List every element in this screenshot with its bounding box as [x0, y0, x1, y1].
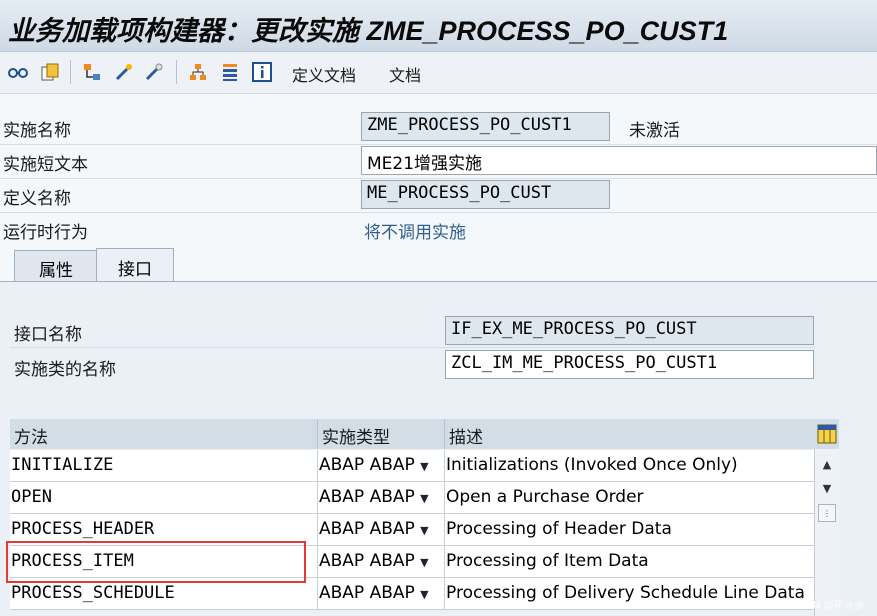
divider: [0, 212, 877, 213]
impl-type-select[interactable]: ABAP ABAP ▼: [318, 482, 445, 514]
define-doc-button[interactable]: 定义文档: [292, 62, 356, 86]
table-row-description: Initializations (Invoked Once Only): [445, 450, 815, 482]
layout-icon[interactable]: [814, 419, 839, 449]
impl-type-select[interactable]: ABAP ABAP ▼: [318, 546, 445, 578]
interface-name-label: 接口名称: [14, 325, 82, 345]
interface-name-field[interactable]: IF_EX_ME_PROCESS_PO_CUST: [445, 316, 814, 345]
short-text-field[interactable]: ME21增强实施: [361, 146, 877, 175]
chevron-down-icon[interactable]: ▼: [420, 492, 428, 505]
scroll-thumb[interactable]: ⋮: [818, 504, 836, 522]
vertical-scrollbar[interactable]: [814, 449, 839, 616]
divider: [0, 178, 877, 179]
table-row-description: Open a Purchase Order: [445, 482, 815, 514]
watermark: CSDN @邓@@: [792, 600, 864, 611]
chevron-down-icon[interactable]: ▼: [420, 556, 428, 569]
scroll-down-icon[interactable]: ▼: [818, 479, 836, 497]
table-row-method[interactable]: INITIALIZE: [10, 450, 318, 482]
divider: [10, 347, 815, 348]
wand-icon[interactable]: [112, 60, 136, 84]
runtime-value: 将不调用实施: [364, 223, 466, 243]
impl-type-value: ABAP ABAP: [319, 583, 415, 603]
table-row-description: Processing of Delivery Schedule Line Dat…: [445, 578, 815, 610]
window-title: 业务加载项构建器：更改实施 ZME_PROCESS_PO_CUST1: [8, 16, 729, 46]
impl-name-label: 实施名称: [3, 121, 71, 141]
table-row-description: Processing of Header Data: [445, 514, 815, 546]
tab-attributes[interactable]: 属性: [14, 250, 98, 281]
toolbar-separator: [176, 60, 177, 84]
chevron-down-icon[interactable]: ▼: [420, 524, 428, 537]
impl-class-label: 实施类的名称: [14, 360, 116, 380]
impl-type-value: ABAP ABAP: [319, 487, 415, 507]
chevron-down-icon[interactable]: ▼: [420, 460, 428, 473]
chevron-down-icon[interactable]: ▼: [420, 588, 428, 601]
impl-type-select[interactable]: ABAP ABAP ▼: [318, 578, 445, 610]
impl-type-value: ABAP ABAP: [319, 551, 415, 571]
table-row-description: Processing of Item Data: [445, 546, 815, 578]
def-name-label: 定义名称: [3, 189, 71, 209]
scroll-up-icon[interactable]: ▲: [818, 455, 836, 473]
doc-button[interactable]: 文档: [389, 62, 421, 86]
impl-class-field[interactable]: ZCL_IM_ME_PROCESS_PO_CUST1: [445, 350, 814, 379]
impl-type-select[interactable]: ABAP ABAP ▼: [318, 450, 445, 482]
table-row-method[interactable]: OPEN: [10, 482, 318, 514]
copy-icon[interactable]: [38, 60, 62, 84]
impl-type-value: ABAP ABAP: [319, 455, 415, 475]
tree-icon[interactable]: [186, 60, 210, 84]
tab-interface[interactable]: 接口: [96, 248, 174, 282]
glasses-icon[interactable]: [6, 60, 30, 84]
impl-name-field[interactable]: ZME_PROCESS_PO_CUST1: [361, 112, 610, 141]
def-name-field[interactable]: ME_PROCESS_PO_CUST: [361, 180, 610, 209]
column-header-description[interactable]: 描述: [445, 419, 815, 449]
runtime-label: 运行时行为: [3, 223, 88, 243]
divider: [0, 144, 877, 145]
list-icon[interactable]: [218, 60, 242, 84]
highlight-box: [6, 541, 306, 583]
column-header-method[interactable]: 方法: [10, 419, 318, 449]
hierarchy-icon[interactable]: [80, 60, 104, 84]
impl-type-value: ABAP ABAP: [319, 519, 415, 539]
info-icon[interactable]: [250, 60, 274, 84]
impl-type-select[interactable]: ABAP ABAP ▼: [318, 514, 445, 546]
column-header-impl-type[interactable]: 实施类型: [318, 419, 445, 449]
wand-icon[interactable]: [142, 60, 166, 84]
impl-status: 未激活: [629, 121, 680, 141]
toolbar-separator: [70, 60, 71, 84]
short-text-label: 实施短文本: [3, 155, 88, 175]
